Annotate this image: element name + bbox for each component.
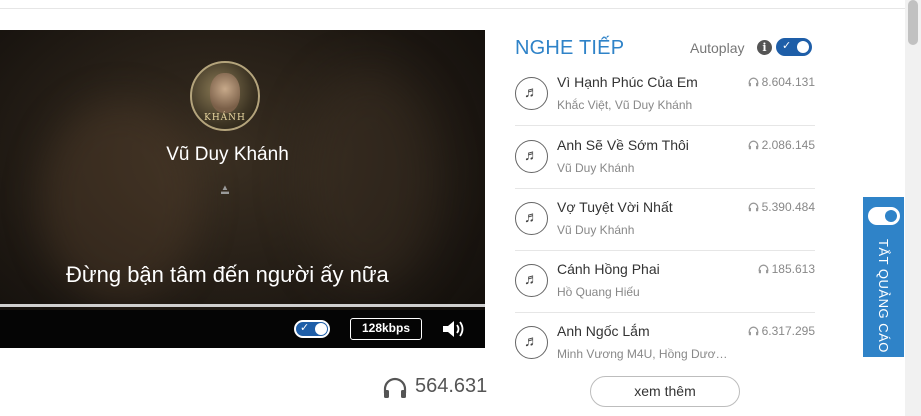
player-controls: ✓ 128kbps: [0, 310, 485, 348]
ad-toggle-label: TẮT QUẢNG CÁO: [876, 239, 891, 353]
song-plays: 185.613: [758, 262, 815, 276]
song-item[interactable]: ♬ Vợ Tuyệt Vời Nhất Vũ Duy Khánh 5.390.4…: [515, 189, 815, 251]
artist-name: Vũ Duy Khánh: [166, 144, 289, 165]
song-item[interactable]: ♬ Cánh Hồng Phai Hồ Quang Hiếu 185.613: [515, 251, 815, 313]
music-note-icon: ♬: [515, 202, 548, 235]
song-plays-value: 8.604.131: [761, 75, 815, 89]
song-plays-value: 185.613: [771, 262, 815, 276]
song-plays: 5.390.484: [748, 200, 815, 214]
song-artist[interactable]: Vũ Duy Khánh: [557, 161, 634, 175]
song-plays: 8.604.131: [748, 75, 815, 89]
song-artist[interactable]: Minh Vương M4U, Hồng Dương M4U: [557, 347, 732, 361]
toggle-knob: [315, 323, 327, 335]
see-more-button[interactable]: xem thêm: [590, 376, 740, 407]
music-note-icon: ♬: [515, 264, 548, 297]
artist-avatar: KHÁNH: [190, 61, 260, 131]
ad-toggle-switch[interactable]: [868, 207, 900, 225]
lyric-toggle-icon[interactable]: ▲ ▬: [221, 184, 229, 196]
song-artist[interactable]: Khắc Việt, Vũ Duy Khánh: [557, 98, 692, 112]
song-artist[interactable]: Vũ Duy Khánh: [557, 223, 634, 237]
song-artist[interactable]: Hồ Quang Hiếu: [557, 285, 640, 299]
player-toggle[interactable]: ✓: [294, 320, 330, 338]
song-plays-value: 6.317.295: [761, 324, 815, 338]
song-plays-value: 5.390.484: [761, 200, 815, 214]
volume-icon[interactable]: [441, 318, 467, 340]
headphones-icon: [748, 326, 758, 336]
scrollbar-thumb[interactable]: [908, 0, 918, 45]
ad-toggle-tab[interactable]: TẮT QUẢNG CÁO: [863, 197, 904, 357]
song-item[interactable]: ♬ Anh Ngốc Lắm Minh Vương M4U, Hồng Dươn…: [515, 313, 815, 375]
song-plays: 6.317.295: [748, 324, 815, 338]
toggle-knob: [885, 210, 897, 222]
headphones-icon: [383, 377, 407, 398]
progress-bar[interactable]: [0, 304, 485, 307]
headphones-icon: [748, 140, 758, 150]
song-title[interactable]: Anh Sẽ Về Sớm Thôi: [557, 137, 689, 153]
music-note-icon: ♬: [515, 77, 548, 110]
info-icon[interactable]: i: [757, 40, 772, 55]
song-plays: 2.086.145: [748, 138, 815, 152]
song-item[interactable]: ♬ Anh Sẽ Về Sớm Thôi Vũ Duy Khánh 2.086.…: [515, 127, 815, 189]
headphones-icon: [748, 77, 758, 87]
background-blur: [300, 70, 440, 290]
headphones-icon: [758, 264, 768, 274]
music-note-icon: ♬: [515, 140, 548, 173]
music-note-icon: ♬: [515, 326, 548, 359]
current-lyric: Đừng bận tâm đến người ấy nữa: [66, 262, 389, 287]
page-scrollbar[interactable]: [905, 0, 921, 416]
song-title[interactable]: Vợ Tuyệt Vời Nhất: [557, 199, 673, 215]
song-plays-value: 2.086.145: [761, 138, 815, 152]
autoplay-label: Autoplay: [690, 40, 745, 56]
music-player[interactable]: KHÁNH Vũ Duy Khánh ▲ ▬ Đừng bận tâm đến n…: [0, 30, 485, 348]
up-next-title: NGHE TIẾP: [515, 37, 625, 59]
progress-fill: [0, 304, 485, 307]
song-title[interactable]: Anh Ngốc Lắm: [557, 323, 650, 339]
autoplay-toggle[interactable]: ✓: [776, 38, 812, 56]
avatar-face: [210, 73, 240, 113]
song-title[interactable]: Vì Hạnh Phúc Của Em: [557, 74, 698, 90]
toggle-knob: [797, 41, 809, 53]
top-divider: [0, 8, 905, 9]
listen-count-value: 564.631: [415, 375, 488, 397]
avatar-caption: KHÁNH: [204, 113, 246, 123]
check-icon: ✓: [782, 40, 792, 52]
quality-button[interactable]: 128kbps: [350, 318, 422, 340]
song-title[interactable]: Cánh Hồng Phai: [557, 261, 660, 277]
check-icon: ✓: [300, 322, 310, 334]
headphones-icon: [748, 202, 758, 212]
song-item[interactable]: ♬ Vì Hạnh Phúc Của Em Khắc Việt, Vũ Duy …: [515, 64, 815, 126]
